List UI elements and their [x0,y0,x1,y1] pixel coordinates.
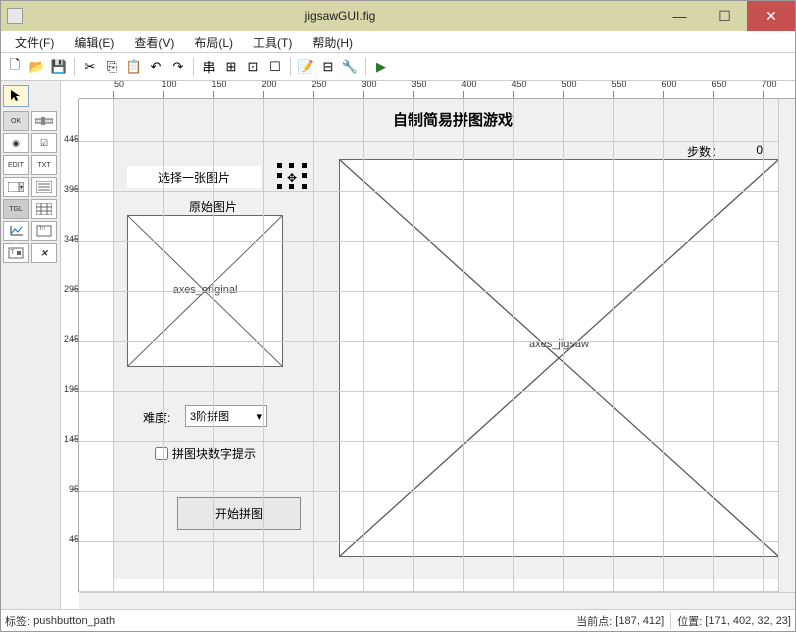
copy-icon[interactable]: ⎘ [102,57,122,77]
chevron-down-icon: ▾ [256,410,262,423]
select-picture-button[interactable]: 选择一张图片 [127,166,261,188]
pushbutton-tool[interactable]: OK [3,111,29,131]
component-palette: OK ◉ ☑ EDIT TXT TGL T□ [1,81,61,609]
toolbar-editor-icon[interactable]: ☐ [265,57,285,77]
togglebutton-tool[interactable]: TGL [3,199,29,219]
axes-original[interactable]: axes_original [127,215,283,367]
toolbar-separator [365,58,366,76]
workspace: OK ◉ ☑ EDIT TXT TGL T□ [1,81,795,609]
open-file-icon[interactable]: 📂 [27,57,47,77]
paste-icon[interactable]: 📋 [124,57,144,77]
status-separator [670,613,671,629]
align-icon[interactable]: 串 [199,57,219,77]
menu-file[interactable]: 文件(F) [5,31,64,52]
vertical-ruler: 4453953452952451951459545 [61,99,79,592]
menu-tools[interactable]: 工具(T) [243,31,302,52]
window-title: jigsawGUI.fig [23,9,657,23]
maximize-button[interactable]: ☐ [702,1,747,31]
minimize-button[interactable]: — [657,1,702,31]
status-position-value: [171, 402, 32, 23] [705,615,791,627]
toolbar: 🗋 📂 💾 ✂ ⎘ 📋 ↶ ↷ 串 ⊞ ⊡ ☐ 📝 ⊟ 🔧 ▶ [1,53,795,81]
axes-jigsaw[interactable]: axes_jigsaw [339,159,778,557]
app-window: jigsawGUI.fig — ☐ ✕ 文件(F) 编辑(E) 查看(V) 布局… [0,0,796,632]
table-tool[interactable] [31,199,57,219]
status-current-point-label: 当前点: [576,613,612,629]
move-icon: ✥ [287,171,297,185]
listbox-tool[interactable] [31,177,57,197]
menu-help[interactable]: 帮助(H) [302,31,363,52]
close-button[interactable]: ✕ [747,1,795,31]
pointer-tool[interactable] [3,85,29,107]
status-tag-value: pushbutton_path [33,615,115,627]
menu-view[interactable]: 查看(V) [124,31,184,52]
cut-icon[interactable]: ✂ [80,57,100,77]
axes-original-tag: axes_original [128,284,282,296]
difficulty-popupmenu[interactable]: 3阶拼图 ▾ [185,405,267,427]
design-canvas[interactable]: 自制简易拼图游戏 步数： 0 选择一张图片 ✥ 原始图片 [79,99,778,592]
toolbar-separator [193,58,194,76]
run-icon[interactable]: ▶ [371,57,391,77]
menu-editor-icon[interactable]: ⊞ [221,57,241,77]
statusbar: 标签: pushbutton_path 当前点: [187, 412] 位置: … [1,609,795,631]
canvas-container: 5010015020025030035040045050055060065070… [61,81,795,609]
redo-icon[interactable]: ↷ [168,57,188,77]
svg-text:T□: T□ [39,226,45,232]
new-file-icon[interactable]: 🗋 [5,57,25,77]
checkbox-tool[interactable]: ☑ [31,133,57,153]
menubar: 文件(F) 编辑(E) 查看(V) 布局(L) 工具(T) 帮助(H) [1,31,795,53]
tab-order-icon[interactable]: ⊡ [243,57,263,77]
difficulty-label: 难度: [143,409,170,426]
steps-label: 步数： [687,143,723,160]
activex-tool[interactable]: ✕ [31,243,57,263]
window-controls: — ☐ ✕ [657,1,795,31]
panel-tool[interactable]: T□ [31,221,57,241]
hint-checkbox-label: 拼图块数字提示 [172,445,256,462]
property-inspector-icon[interactable]: ⊟ [318,57,338,77]
steps-value: 0 [756,143,763,157]
status-position-label: 位置: [677,613,702,629]
menu-layout[interactable]: 布局(L) [184,31,243,52]
figure-panel[interactable]: 自制简易拼图游戏 步数： 0 选择一张图片 ✥ 原始图片 [113,99,778,579]
app-icon [7,8,23,24]
svg-text:T: T [11,250,15,256]
edit-tool[interactable]: EDIT [3,155,29,175]
hint-checkbox-row[interactable]: 拼图块数字提示 [155,445,256,462]
status-tag-label: 标签: [5,613,30,629]
vertical-scrollbar[interactable] [778,99,795,592]
popupmenu-tool[interactable] [3,177,29,197]
undo-icon[interactable]: ↶ [146,57,166,77]
toolbar-separator [74,58,75,76]
menu-edit[interactable]: 编辑(E) [64,31,124,52]
status-current-point-value: [187, 412] [615,615,664,627]
horizontal-scrollbar[interactable] [79,592,795,609]
axes-tool[interactable] [3,221,29,241]
text-tool[interactable]: TXT [31,155,57,175]
radiobutton-tool[interactable]: ◉ [3,133,29,153]
toolbar-separator [290,58,291,76]
titlebar: jigsawGUI.fig — ☐ ✕ [1,1,795,31]
selection-handles[interactable]: ✥ [277,163,307,189]
object-browser-icon[interactable]: 🔧 [340,57,360,77]
start-button[interactable]: 开始拼图 [177,497,301,530]
slider-tool[interactable] [31,111,57,131]
axes-jigsaw-tag: axes_jigsaw [340,338,778,350]
buttongroup-tool[interactable]: T [3,243,29,263]
hint-checkbox[interactable] [155,447,168,460]
panel-title: 自制简易拼图游戏 [113,109,778,130]
original-label: 原始图片 [153,198,273,215]
horizontal-ruler: 5010015020025030035040045050055060065070… [79,81,795,99]
difficulty-value: 3阶拼图 [190,408,229,424]
editor-icon[interactable]: 📝 [296,57,316,77]
save-icon[interactable]: 💾 [49,57,69,77]
